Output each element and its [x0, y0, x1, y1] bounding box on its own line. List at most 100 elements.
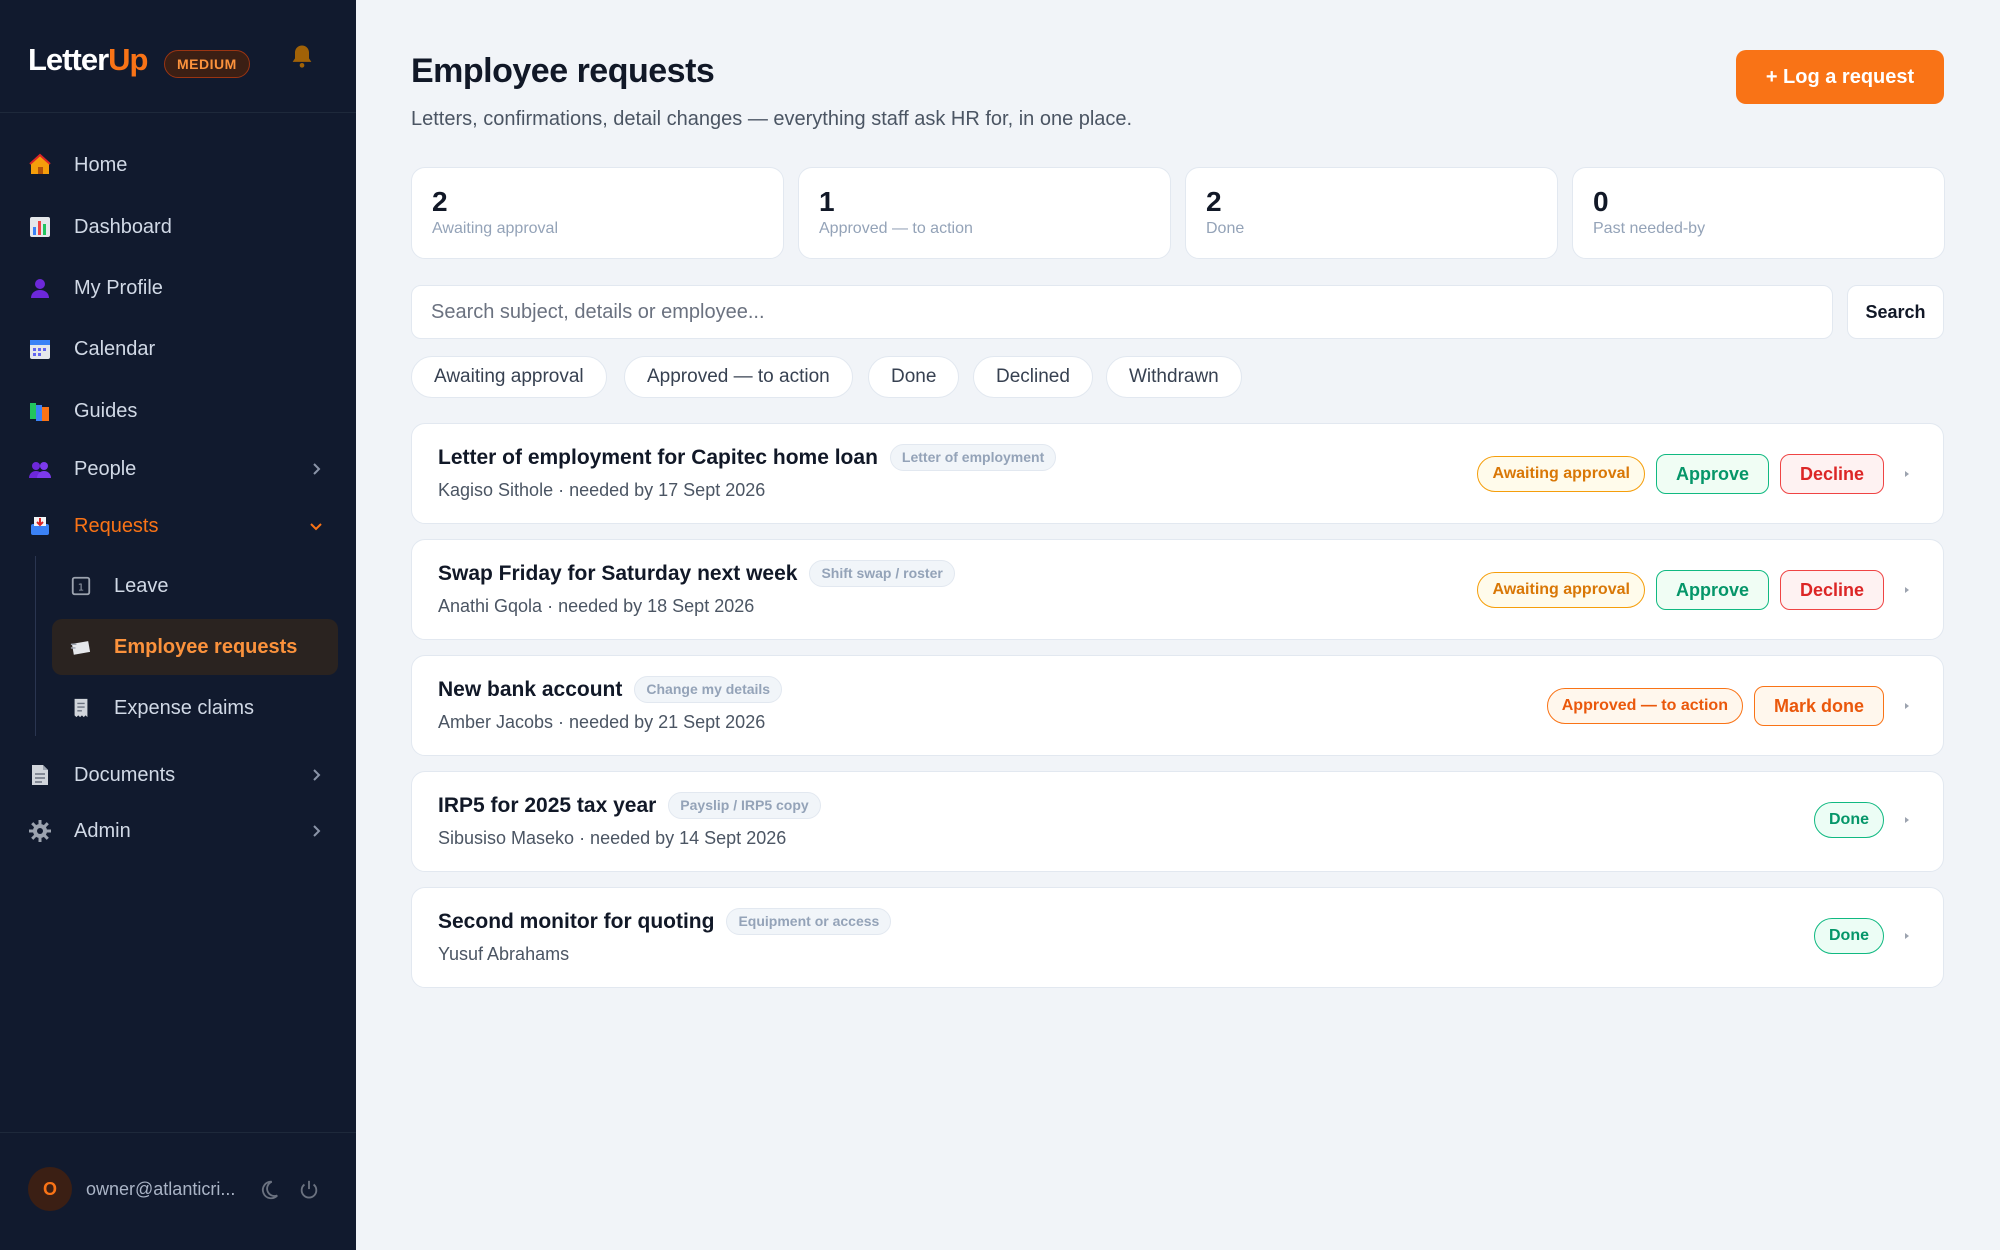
nav-item-people[interactable]: People: [28, 445, 136, 493]
request-title: IRP5 for 2025 tax year: [438, 793, 657, 817]
chevron-right-icon[interactable]: [308, 461, 324, 477]
request-meta: Kagiso Sithole · needed by 17 Sept 2026: [438, 480, 766, 500]
request-title: Swap Friday for Saturday next week: [438, 561, 798, 585]
approve-button[interactable]: Approve: [1655, 454, 1769, 494]
envelope-icon: [70, 641, 91, 655]
user-area: O owner@atlanticri...: [0, 1132, 356, 1250]
user-email: owner@atlanticri...: [86, 1179, 236, 1199]
category-tag: Change my details: [634, 676, 783, 703]
request-title: New bank account: [438, 677, 623, 701]
filter-done[interactable]: Done: [868, 356, 960, 398]
filter-awaiting-approval[interactable]: Awaiting approval: [411, 356, 607, 398]
nav-item-guides[interactable]: Guides: [28, 387, 137, 435]
stat-value: 1: [819, 186, 835, 217]
people-icon: [29, 462, 51, 478]
nav-label: People: [74, 457, 137, 480]
calendar-page-icon: 1: [71, 576, 91, 596]
log-request-button[interactable]: + Log a request: [1736, 50, 1944, 104]
nav-item-dashboard[interactable]: Dashboard: [28, 203, 172, 251]
stat-label: Past needed-by: [1593, 220, 1706, 237]
stat-card-awaiting[interactable]: 2 Awaiting approval: [411, 167, 784, 259]
nav-item-calendar[interactable]: Calendar: [28, 325, 155, 373]
nav-label: Documents: [74, 763, 176, 786]
sub-item-employee-requests[interactable]: Employee requests: [52, 619, 338, 675]
category-tag: Shift swap / roster: [809, 560, 955, 587]
nav-label: Admin: [74, 819, 131, 842]
brand-header: LetterUp MEDIUM: [0, 0, 356, 113]
calendar-icon: [30, 340, 50, 359]
request-meta: Sibusiso Maseko · needed by 14 Sept 2026: [438, 828, 787, 848]
request-card[interactable]: Letter of employment for Capitec home lo…: [411, 423, 1944, 524]
request-title: Letter of employment for Capitec home lo…: [438, 445, 878, 469]
request-title-row: Second monitor for quoting Equipment or …: [438, 908, 892, 935]
bell-icon[interactable]: [288, 42, 316, 70]
document-icon: [32, 765, 48, 785]
nav-item-requests[interactable]: Requests: [28, 502, 159, 550]
request-actions: Done: [1814, 802, 1913, 838]
stat-value: 2: [1206, 186, 1222, 217]
decline-button[interactable]: Decline: [1779, 570, 1884, 610]
nav-item-admin[interactable]: Admin: [28, 807, 131, 855]
category-tag: Payslip / IRP5 copy: [668, 792, 821, 819]
moon-icon[interactable]: [258, 1179, 280, 1201]
filter-declined[interactable]: Declined: [973, 356, 1093, 398]
chevron-down-icon[interactable]: [308, 518, 324, 534]
nav-label: My Profile: [74, 276, 163, 299]
logo[interactable]: LetterUp: [28, 42, 148, 78]
expand-caret-icon[interactable]: [1901, 930, 1913, 942]
request-title-row: Letter of employment for Capitec home lo…: [438, 444, 1057, 471]
stat-label: Done: [1206, 220, 1245, 237]
expand-caret-icon[interactable]: [1901, 814, 1913, 826]
nav-label: Home: [74, 153, 128, 176]
nav-item-my-profile[interactable]: My Profile: [28, 264, 163, 312]
power-icon[interactable]: [298, 1179, 320, 1201]
filter-withdrawn[interactable]: Withdrawn: [1106, 356, 1242, 398]
nav-label: Dashboard: [74, 215, 172, 238]
category-tag: Equipment or access: [726, 908, 892, 935]
receipt-icon: [74, 698, 88, 718]
request-actions: Awaiting approval Approve Decline: [1477, 570, 1913, 610]
request-card[interactable]: Second monitor for quoting Equipment or …: [411, 887, 1944, 988]
nav-label: Guides: [74, 399, 138, 422]
request-card[interactable]: New bank account Change my details Amber…: [411, 655, 1944, 756]
filter-approved-to-action[interactable]: Approved — to action: [624, 356, 853, 398]
search-button[interactable]: Search: [1847, 285, 1944, 339]
nav-item-home[interactable]: Home: [28, 141, 127, 189]
status-badge: Done: [1814, 802, 1884, 838]
logo-text: Letter: [28, 42, 109, 77]
request-card[interactable]: Swap Friday for Saturday next week Shift…: [411, 539, 1944, 640]
request-title-row: IRP5 for 2025 tax year Payslip / IRP5 co…: [438, 792, 821, 819]
person-icon: [31, 279, 49, 298]
sidebar: LetterUp MEDIUM Home Dashboard My Profil…: [0, 0, 356, 1250]
expand-caret-icon[interactable]: [1901, 584, 1913, 596]
request-meta: Amber Jacobs · needed by 21 Sept 2026: [438, 712, 766, 732]
avatar[interactable]: O: [28, 1167, 72, 1211]
submenu-guide-line: [35, 556, 36, 736]
request-actions: Awaiting approval Approve Decline: [1477, 454, 1913, 494]
nav-item-documents[interactable]: Documents: [28, 751, 175, 799]
decline-button[interactable]: Decline: [1779, 454, 1884, 494]
search-input[interactable]: [411, 285, 1833, 339]
status-badge: Awaiting approval: [1477, 572, 1645, 608]
request-actions: Done: [1814, 918, 1913, 954]
page-subtitle: Letters, confirmations, detail changes —…: [411, 108, 1133, 130]
mark-done-button[interactable]: Mark done: [1753, 686, 1884, 726]
sub-item-expense-claims[interactable]: Expense claims: [52, 680, 338, 736]
stat-card-past-needed[interactable]: 0 Past needed-by: [1572, 167, 1945, 259]
chevron-right-icon[interactable]: [308, 767, 324, 783]
request-title-row: New bank account Change my details: [438, 676, 783, 703]
status-badge: Approved — to action: [1546, 688, 1743, 724]
expand-caret-icon[interactable]: [1901, 468, 1913, 480]
stat-card-approved[interactable]: 1 Approved — to action: [798, 167, 1171, 259]
request-card[interactable]: IRP5 for 2025 tax year Payslip / IRP5 co…: [411, 771, 1944, 872]
page-title: Employee requests: [411, 52, 715, 90]
sub-item-leave[interactable]: 1 Leave: [52, 558, 338, 614]
approve-button[interactable]: Approve: [1655, 570, 1769, 610]
stat-value: 2: [432, 186, 448, 217]
stat-card-done[interactable]: 2 Done: [1185, 167, 1558, 259]
request-meta: Anathi Gqola · needed by 18 Sept 2026: [438, 596, 755, 616]
request-actions: Approved — to action Mark done: [1546, 686, 1913, 726]
request-meta: Yusuf Abrahams: [438, 944, 570, 964]
expand-caret-icon[interactable]: [1901, 700, 1913, 712]
chevron-right-icon[interactable]: [308, 823, 324, 839]
